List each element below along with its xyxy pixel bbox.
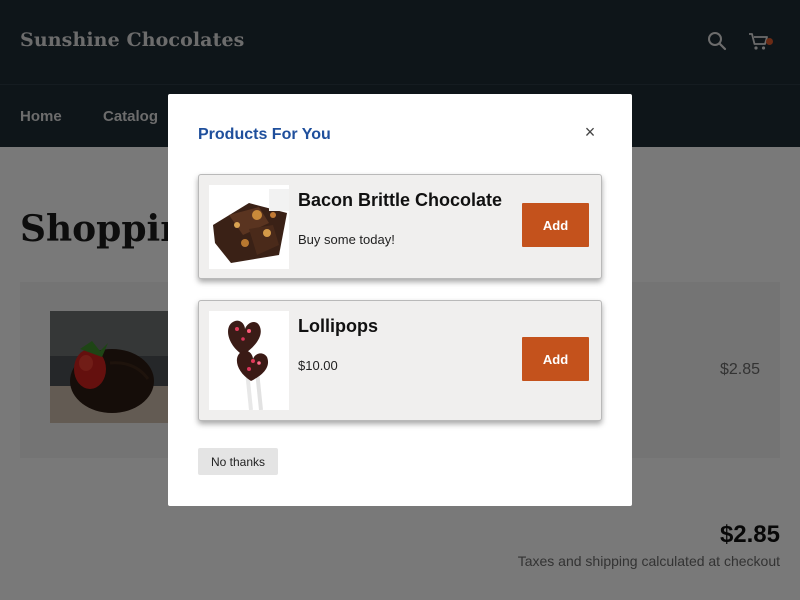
upsell-modal: Products For You × Bacon Brittle Chocola… <box>168 94 632 506</box>
modal-title: Products For You <box>198 126 331 143</box>
add-button[interactable]: Add <box>522 203 589 247</box>
product-image-bacon-brittle <box>209 185 289 269</box>
product-name: Lollipops <box>298 316 378 336</box>
no-thanks-button[interactable]: No thanks <box>198 448 278 475</box>
add-button[interactable]: Add <box>522 337 589 381</box>
product-tagline: Buy some today! <box>298 232 395 247</box>
product-image-lollipops <box>209 311 289 410</box>
close-icon[interactable]: × <box>582 123 598 141</box>
product-name: Bacon Brittle Chocolate <box>298 190 503 210</box>
product-price: $10.00 <box>298 358 338 373</box>
product-card: Lollipops $10.00 Add <box>198 300 602 421</box>
product-card: Bacon Brittle Chocolate Buy some today! … <box>198 174 602 279</box>
